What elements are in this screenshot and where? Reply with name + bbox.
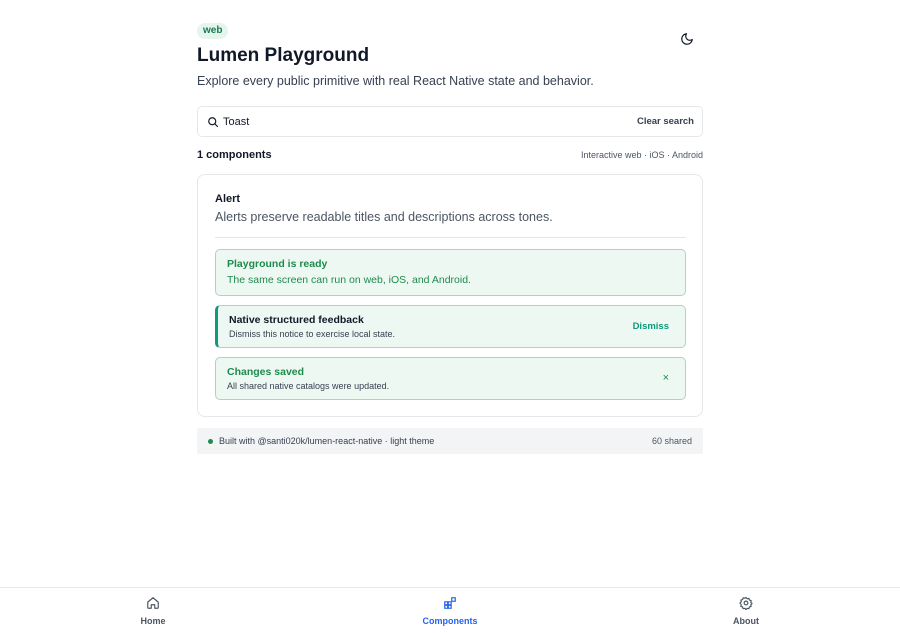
tab-label: About — [733, 616, 759, 626]
footer-text: Built with @santi020k/lumen-react-native… — [219, 436, 435, 446]
search-box: Clear search — [197, 106, 703, 137]
tab-home[interactable]: Home — [93, 588, 213, 633]
shared-count: 60 shared — [651, 436, 692, 446]
clear-search-button[interactable]: Clear search — [637, 116, 694, 127]
dismiss-button[interactable]: Dismiss — [633, 321, 669, 332]
tab-label: Components — [422, 616, 478, 626]
card-divider — [215, 237, 686, 238]
alert-dismissible: Native structured feedback Dismiss this … — [215, 305, 686, 348]
alert-title: Changes saved — [227, 366, 305, 378]
tab-label: Home — [140, 616, 166, 626]
home-icon — [147, 597, 159, 609]
moon-icon — [681, 33, 693, 45]
card-description: Alerts preserve readable titles and desc… — [215, 210, 553, 224]
footer-bar: Built with @santi020k/lumen-react-native… — [197, 428, 703, 454]
page-subtitle: Explore every public primitive with real… — [197, 74, 594, 88]
results-count: 1 components — [197, 149, 272, 161]
alert-title: Native structured feedback — [229, 314, 364, 326]
grid-icon — [444, 597, 456, 609]
alert-body: The same screen can run on web, iOS, and… — [227, 274, 471, 286]
bottom-tab-bar: Home Components About — [0, 587, 900, 633]
platforms-note: Interactive web · iOS · Android — [580, 150, 703, 160]
status-dot — [208, 439, 213, 444]
close-icon[interactable]: × — [663, 372, 669, 384]
search-input[interactable] — [223, 113, 603, 131]
card-title: Alert — [215, 193, 241, 205]
platform-badge: web — [197, 23, 229, 39]
page-title: Lumen Playground — [197, 45, 370, 66]
tab-about[interactable]: About — [686, 588, 806, 633]
alert-body: Dismiss this notice to exercise local st… — [229, 329, 396, 339]
gear-icon — [739, 596, 753, 610]
theme-toggle-button[interactable] — [678, 30, 696, 48]
tab-components[interactable]: Components — [390, 588, 510, 633]
search-icon — [208, 117, 219, 128]
alert-success: Playground is ready The same screen can … — [215, 249, 686, 296]
alert-body: All shared native catalogs were updated. — [227, 381, 390, 391]
alert-title: Playground is ready — [227, 258, 328, 270]
component-card-alert: Alert Alerts preserve readable titles an… — [197, 174, 703, 417]
alert-closable: Changes saved All shared native catalogs… — [215, 357, 686, 400]
